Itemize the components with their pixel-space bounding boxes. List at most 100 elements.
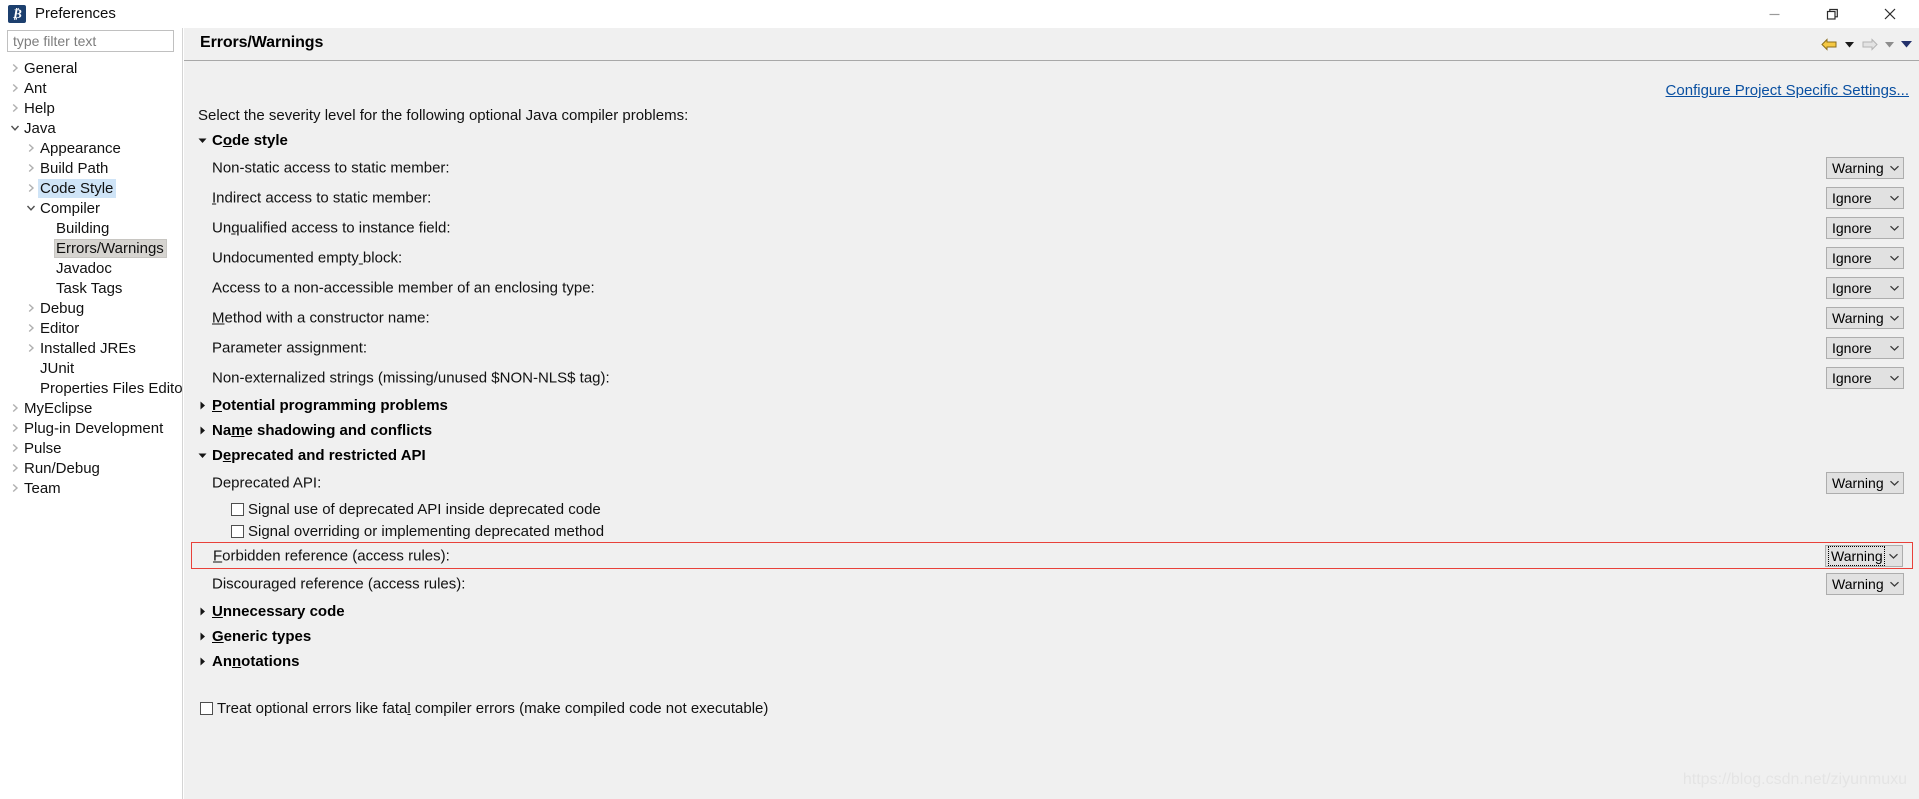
sidebar-item-ant[interactable]: Ant (0, 78, 183, 98)
setting-row: Forbidden reference (access rules): Warni… (191, 542, 1913, 569)
setting-label: Non-static access to static member: (212, 159, 450, 177)
section-header-unnecessary-code[interactable]: Unnecessary code (184, 599, 1919, 624)
setting-label: Unqualified access to instance field: (212, 219, 451, 237)
triangle-down-icon (198, 451, 211, 460)
preferences-content-panel: Errors/Warnings Configure Project Specif… (184, 28, 1919, 799)
search-input[interactable] (7, 30, 174, 52)
severity-select[interactable]: Warning (1825, 544, 1903, 567)
chevron-right-icon[interactable] (8, 83, 22, 93)
severity-select[interactable]: Ignore (1826, 247, 1904, 269)
sidebar-item-junit[interactable]: JUnit (0, 358, 183, 378)
sidebar-item-appearance[interactable]: Appearance (0, 138, 183, 158)
sidebar-item-label: Build Path (40, 159, 109, 177)
sidebar-item-help[interactable]: Help (0, 98, 183, 118)
section-header-generic-types[interactable]: Generic types (184, 624, 1919, 649)
view-menu-icon[interactable] (1898, 33, 1914, 55)
setting-label: Undocumented empty block: (212, 249, 403, 267)
section-header-code-style[interactable]: Code style (184, 128, 1919, 153)
chevron-down-icon[interactable] (24, 203, 38, 213)
sidebar-item-label: Java (24, 119, 56, 137)
sidebar-item-myeclipse[interactable]: MyEclipse (0, 398, 183, 418)
sidebar-item-label: Task Tags (56, 279, 123, 297)
sidebar-item-editor[interactable]: Editor (0, 318, 183, 338)
sidebar-item-building[interactable]: Building (0, 218, 183, 238)
setting-label: Deprecated API: (212, 474, 322, 492)
sidebar-item-errors-warnings[interactable]: Errors/Warnings (0, 238, 183, 258)
close-icon[interactable] (1861, 0, 1919, 28)
severity-select[interactable]: Ignore (1826, 337, 1904, 359)
chevron-right-icon[interactable] (8, 463, 22, 473)
setting-checkbox-row[interactable]: Signal use of deprecated API inside depr… (184, 498, 1919, 520)
sidebar-item-java[interactable]: Java (0, 118, 183, 138)
setting-label: Parameter assignment: (212, 339, 368, 357)
sidebar-item-installed-jres[interactable]: Installed JREs (0, 338, 183, 358)
severity-select[interactable]: Ignore (1826, 367, 1904, 389)
restore-icon[interactable] (1803, 0, 1861, 28)
severity-select[interactable]: Warning (1826, 472, 1904, 494)
section-header-label: Annotations (212, 653, 300, 670)
sidebar-item-run-debug[interactable]: Run/Debug (0, 458, 183, 478)
sidebar-item-label: Compiler (40, 199, 101, 217)
sidebar-item-debug[interactable]: Debug (0, 298, 183, 318)
section-header-annotations[interactable]: Annotations (184, 649, 1919, 674)
section-header-potential-programming-problems[interactable]: Potential programming problems (184, 393, 1919, 418)
chevron-right-icon[interactable] (8, 103, 22, 113)
chevron-right-icon[interactable] (8, 63, 22, 73)
triangle-right-icon (198, 632, 211, 641)
sidebar-item-label: Javadoc (56, 259, 112, 277)
sidebar-item-label: General (24, 59, 78, 77)
back-arrow-icon[interactable] (1818, 33, 1840, 55)
sidebar-item-plug-in-development[interactable]: Plug-in Development (0, 418, 183, 438)
configure-project-specific-settings-link[interactable]: Configure Project Specific Settings... (1666, 82, 1909, 99)
setting-checkbox-row[interactable]: Signal overriding or implementing deprec… (184, 520, 1919, 542)
setting-checkbox[interactable] (231, 524, 244, 538)
setting-checkbox[interactable] (231, 502, 244, 516)
chevron-right-icon[interactable] (24, 143, 38, 153)
back-dropdown-icon[interactable] (1841, 33, 1857, 55)
chevron-right-icon[interactable] (24, 183, 38, 193)
section-header-name-shadowing-and-conflicts[interactable]: Name shadowing and conflicts (184, 418, 1919, 443)
section-header-label: Potential programming problems (212, 397, 448, 414)
severity-select[interactable]: Warning (1826, 573, 1904, 595)
chevron-down-icon[interactable] (8, 123, 22, 133)
sidebar-item-build-path[interactable]: Build Path (0, 158, 183, 178)
sidebar-item-compiler[interactable]: Compiler (0, 198, 183, 218)
severity-select[interactable]: Warning (1826, 157, 1904, 179)
sidebar-item-team[interactable]: Team (0, 478, 183, 498)
eclipse-preferences-icon: ₿ (8, 5, 26, 23)
severity-select-value: Warning (1832, 475, 1884, 491)
sidebar-item-task-tags[interactable]: Task Tags (0, 278, 183, 298)
chevron-right-icon[interactable] (8, 423, 22, 433)
intro-text: Select the severity level for the follow… (198, 107, 689, 124)
severity-select[interactable]: Warning (1826, 307, 1904, 329)
severity-select[interactable]: Ignore (1826, 277, 1904, 299)
chevron-down-icon (1886, 479, 1903, 487)
sidebar-item-properties-files-edito[interactable]: Properties Files Edito (0, 378, 183, 398)
page-header: Errors/Warnings (184, 28, 1919, 61)
severity-select-value: Ignore (1832, 340, 1872, 356)
treat-optional-errors-checkbox[interactable] (200, 702, 213, 715)
chevron-right-icon[interactable] (24, 303, 38, 313)
title-bar: ₿ Preferences (0, 0, 1919, 28)
triangle-right-icon (198, 657, 211, 666)
treat-optional-errors-checkbox-row[interactable]: Treat optional errors like fatal compile… (200, 700, 768, 717)
sidebar-item-general[interactable]: General (0, 58, 183, 78)
severity-select[interactable]: Ignore (1826, 217, 1904, 239)
chevron-right-icon[interactable] (8, 443, 22, 453)
chevron-right-icon[interactable] (8, 403, 22, 413)
chevron-right-icon[interactable] (24, 343, 38, 353)
sidebar-item-label: Team (24, 479, 61, 497)
section-header-deprecated-and-restricted-api[interactable]: Deprecated and restricted API (184, 443, 1919, 468)
setting-row: Parameter assignment: Ignore (184, 333, 1919, 363)
sidebar-item-label: Debug (40, 299, 85, 317)
sidebar-item-label: Errors/Warnings (54, 238, 167, 258)
chevron-right-icon[interactable] (24, 323, 38, 333)
minimize-icon[interactable] (1745, 0, 1803, 28)
sidebar-item-pulse[interactable]: Pulse (0, 438, 183, 458)
chevron-down-icon (1885, 552, 1902, 560)
severity-select[interactable]: Ignore (1826, 187, 1904, 209)
chevron-right-icon[interactable] (8, 483, 22, 493)
sidebar-item-javadoc[interactable]: Javadoc (0, 258, 183, 278)
chevron-right-icon[interactable] (24, 163, 38, 173)
sidebar-item-code-style[interactable]: Code Style (0, 178, 183, 198)
